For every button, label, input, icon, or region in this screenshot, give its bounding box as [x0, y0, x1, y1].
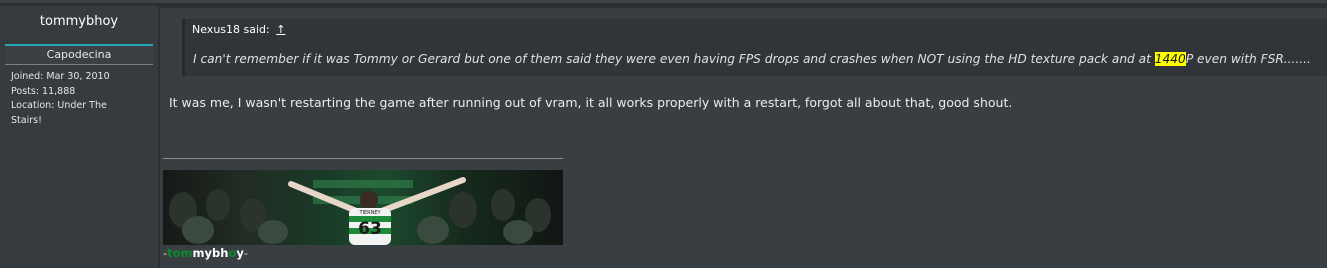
username-link[interactable]: tommybhoy: [0, 14, 158, 29]
signature-white-part: mybh: [192, 246, 229, 260]
post-count: Posts: 11,888: [11, 85, 76, 97]
signature-white-y: y: [236, 246, 244, 260]
joined-date: Joined: Mar 30, 2010: [11, 71, 110, 82]
banner-shirt-number: 63: [358, 219, 382, 239]
quote-text-before: I can't remember if it was Tommy or Gera…: [193, 52, 1155, 66]
quote-text: I can't remember if it was Tommy or Gera…: [193, 52, 1323, 66]
banner-shirt-name: TIERNEY: [358, 210, 381, 216]
location-line-2: Stairs!: [11, 114, 42, 126]
signature-text: -tommybhoy-: [163, 246, 248, 260]
quote-highlight: 1440: [1154, 52, 1186, 66]
quote-jump-arrow-icon[interactable]: ↑: [276, 23, 285, 36]
user-divider: [5, 64, 153, 65]
quote-header: Nexus18 said: ↑: [192, 23, 285, 36]
user-title-badge: Capodecina: [5, 46, 153, 64]
signature-banner-image: 63 TIERNEY: [163, 170, 563, 245]
signature-suffix: -: [243, 246, 249, 260]
top-border: [0, 0, 1327, 3]
quote-accent-bar: [182, 19, 185, 76]
signature-divider: [163, 158, 563, 159]
post-message: It was me, I wasn't restarting the game …: [169, 95, 1013, 110]
quote-author: Nexus18 said:: [192, 23, 270, 36]
signature-green-part: tom: [167, 246, 193, 260]
user-panel: tommybhoy Capodecina Joined: Mar 30, 201…: [0, 6, 158, 268]
user-info: Joined: Mar 30, 2010 Posts: 11,888 Locat…: [11, 70, 151, 128]
quote-block: Nexus18 said: ↑ I can't remember if it w…: [182, 19, 1327, 76]
location-line-1: Location: Under The: [11, 100, 107, 111]
quote-text-after: P even with FSR.......: [1185, 52, 1311, 66]
